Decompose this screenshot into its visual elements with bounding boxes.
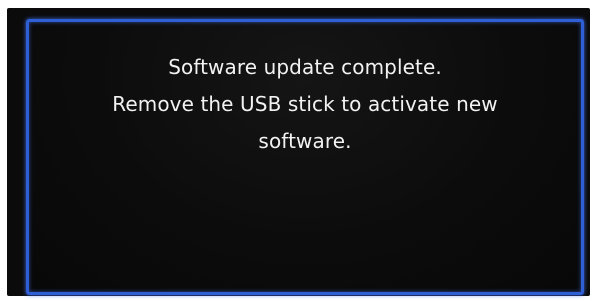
dialog-message: Software update complete. Remove the USB… [29,49,581,160]
message-line-2: Remove the USB stick to activate new [112,92,498,116]
display-screen: Software update complete. Remove the USB… [7,8,590,296]
message-line-1: Software update complete. [168,55,442,79]
message-line-3: software. [258,129,352,153]
device-bezel: Software update complete. Remove the USB… [0,0,595,301]
update-complete-dialog: Software update complete. Remove the USB… [26,19,584,295]
